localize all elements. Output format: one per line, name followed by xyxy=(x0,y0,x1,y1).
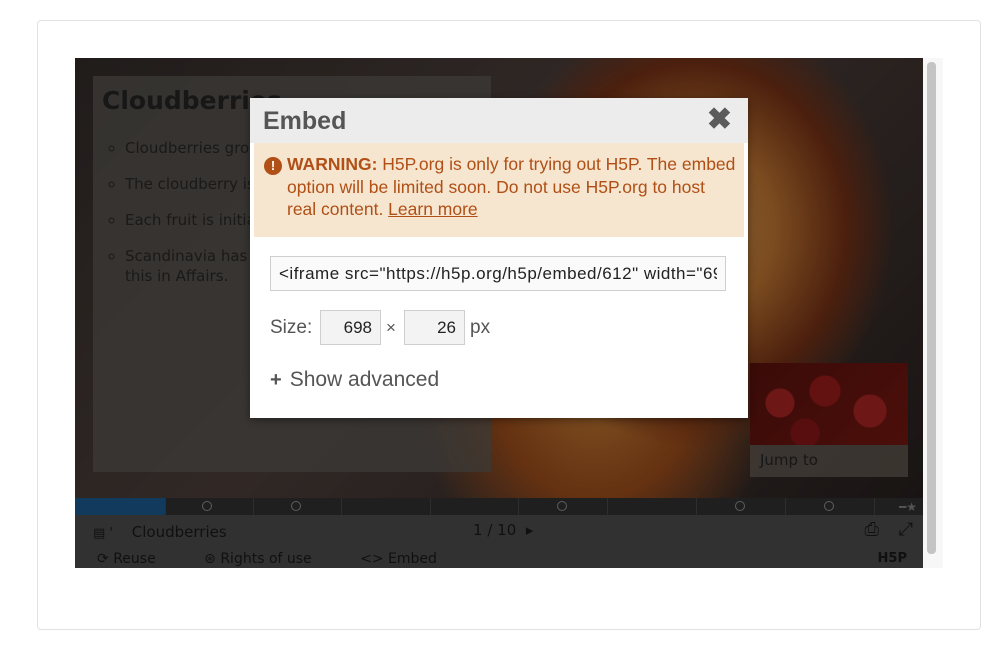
progress-segment[interactable] xyxy=(518,498,519,515)
times-sign: × xyxy=(386,318,396,337)
width-input[interactable] xyxy=(320,310,381,345)
warning-strong: WARNING: xyxy=(287,154,378,174)
redcurrant-image xyxy=(750,363,908,445)
h5p-logo[interactable]: H5P xyxy=(878,551,907,566)
close-icon[interactable]: ✖ xyxy=(707,104,732,136)
height-input[interactable] xyxy=(404,310,465,345)
page-current: 1 xyxy=(473,521,483,539)
progress-segment[interactable] xyxy=(785,498,786,515)
size-label: Size: xyxy=(270,317,313,338)
progress-segment[interactable] xyxy=(253,498,254,515)
next-slide-icon[interactable]: ▸ xyxy=(521,521,534,539)
print-icon[interactable]: ⎙ xyxy=(864,519,878,540)
rights-button[interactable]: ⊛ Rights of use xyxy=(204,551,334,567)
learn-more-link[interactable]: Learn more xyxy=(388,199,478,219)
crumb-label: Cloudberries xyxy=(131,523,227,541)
progress-dot[interactable] xyxy=(557,501,567,511)
slides-list-icon: ▤ ' xyxy=(93,526,113,541)
embed-dialog: Embed ✖ ! WARNING: H5P.org is only for t… xyxy=(250,98,748,418)
reuse-label: Reuse xyxy=(113,551,156,567)
warning-text: WARNING: H5P.org is only for trying out … xyxy=(287,153,739,221)
embed-code-field[interactable] xyxy=(270,256,726,291)
embed-button[interactable]: <> Embed xyxy=(360,551,459,567)
footer-actions: ⟳ Reuse ⊛ Rights of use <> Embed xyxy=(97,551,481,567)
progress-segment[interactable] xyxy=(341,498,342,515)
jump-to-thumbnail[interactable]: Jump to xyxy=(750,363,908,477)
fullscreen-icon[interactable]: ⤢ xyxy=(899,519,913,540)
rights-label: Rights of use xyxy=(220,551,312,567)
progress-segment[interactable] xyxy=(607,498,608,515)
progress-segment[interactable] xyxy=(696,498,697,515)
show-advanced-toggle[interactable]: + Show advanced xyxy=(270,368,439,392)
progress-dot[interactable] xyxy=(735,501,745,511)
warning-box: ! WARNING: H5P.org is only for trying ou… xyxy=(254,143,744,237)
dialog-header: Embed ✖ xyxy=(250,98,748,143)
embed-label: Embed xyxy=(388,551,437,567)
exclamation-icon: ! xyxy=(264,157,282,175)
progress-dot[interactable] xyxy=(824,501,834,511)
progress-fill xyxy=(75,498,165,515)
page-separator: / xyxy=(487,521,493,539)
footer-tools: ⎙ ⤢ xyxy=(850,519,913,540)
star-icon: ━★ xyxy=(899,500,917,514)
progress-dot[interactable] xyxy=(202,501,212,511)
slide-title-crumb[interactable]: ▤ ' Cloudberries xyxy=(93,523,227,541)
plus-icon: + xyxy=(270,369,282,391)
reuse-button[interactable]: ⟳ Reuse xyxy=(97,551,178,567)
progress-segment[interactable] xyxy=(874,498,875,515)
scrollbar-thumb[interactable] xyxy=(927,62,936,554)
show-advanced-label: Show advanced xyxy=(289,368,440,391)
unit-label: px xyxy=(470,317,491,338)
embed-code-input[interactable] xyxy=(271,257,725,290)
progress-segment[interactable] xyxy=(430,498,431,515)
slide-progress-bar[interactable]: ━★ xyxy=(75,498,923,515)
page-total: 10 xyxy=(497,521,517,539)
dialog-title: Embed xyxy=(263,107,347,135)
progress-dot[interactable] xyxy=(291,501,301,511)
progress-segment[interactable] xyxy=(165,498,166,515)
player-footer: ▤ ' Cloudberries 1 / 10 ▸ ⎙ ⤢ ⟳ Reuse ⊛ … xyxy=(75,515,923,568)
jump-to-label: Jump to xyxy=(760,451,818,469)
slide-pager: 1 / 10 ▸ xyxy=(473,521,533,539)
